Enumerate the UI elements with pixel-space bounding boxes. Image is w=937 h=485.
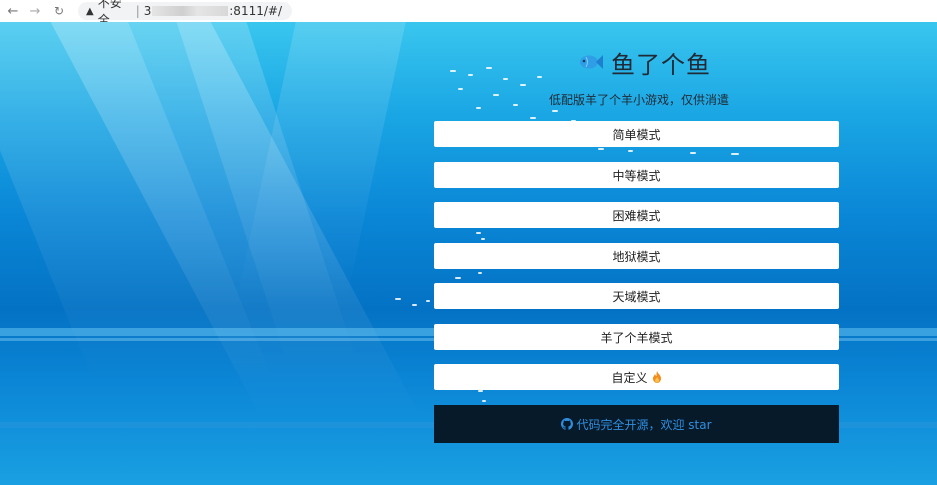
fish-school xyxy=(486,67,492,69)
mode-label: 地狱模式 xyxy=(612,249,661,264)
fish-school xyxy=(455,277,461,279)
fish-school xyxy=(478,272,482,274)
fish-school xyxy=(478,390,483,392)
source-code-link[interactable]: 代码完全开源，欢迎 star xyxy=(434,405,839,443)
mode-label: 困难模式 xyxy=(612,208,661,223)
fire-icon xyxy=(652,371,661,383)
mode-label: 天域模式 xyxy=(612,289,661,304)
fish-icon xyxy=(580,55,603,69)
forward-arrow-icon[interactable]: → xyxy=(26,4,44,19)
mode-label: 自定义 xyxy=(611,370,648,385)
address-bar[interactable]: ▲ 不安全 | 3 :8111/#/ xyxy=(78,0,292,27)
hell-mode-button[interactable]: 地狱模式 xyxy=(434,243,839,269)
fish-school xyxy=(450,70,456,72)
fish-school xyxy=(503,78,508,80)
fish-school xyxy=(476,232,481,234)
fish-school xyxy=(482,400,486,402)
fish-school xyxy=(468,74,473,76)
game-background: 鱼了个鱼 低配版羊了个羊小游戏，仅供消遣 简单模式 中等模式 困难模式 地狱模式… xyxy=(0,22,937,485)
url-redacted xyxy=(152,6,229,16)
browser-toolbar: ← → ↻ ▲ 不安全 | 3 :8111/#/ xyxy=(0,0,937,27)
back-arrow-icon[interactable]: ← xyxy=(4,4,22,19)
fish-school xyxy=(628,150,633,152)
fish-school xyxy=(537,76,542,78)
fish-school xyxy=(426,300,430,302)
mode-label: 简单模式 xyxy=(612,127,661,142)
mode-label: 中等模式 xyxy=(612,168,661,183)
hard-mode-button[interactable]: 困难模式 xyxy=(434,202,839,228)
medium-mode-button[interactable]: 中等模式 xyxy=(434,162,839,188)
fish-school xyxy=(731,153,739,155)
fish-school xyxy=(513,104,518,106)
heaven-mode-button[interactable]: 天域模式 xyxy=(434,283,839,309)
page-subtitle: 低配版羊了个羊小游戏，仅供消遣 xyxy=(549,93,730,107)
page-title: 鱼了个鱼 xyxy=(611,50,711,79)
fish-school xyxy=(690,152,696,154)
address-separator: | xyxy=(135,4,140,18)
mode-label: 羊了个羊模式 xyxy=(600,330,673,345)
reload-icon[interactable]: ↻ xyxy=(50,4,68,18)
sheep-mode-button[interactable]: 羊了个羊模式 xyxy=(434,324,839,350)
custom-mode-button[interactable]: 自定义 xyxy=(434,364,839,390)
fish-school xyxy=(520,84,526,86)
easy-mode-button[interactable]: 简单模式 xyxy=(434,121,839,147)
fish-school xyxy=(493,94,499,96)
url-text-end: :8111/#/ xyxy=(229,4,282,18)
fish-school xyxy=(552,110,558,112)
fish-school xyxy=(598,148,604,150)
title-row: 鱼了个鱼 xyxy=(577,44,711,80)
fish-school xyxy=(395,298,401,300)
fish-school xyxy=(530,117,536,119)
warning-triangle-icon: ▲ xyxy=(86,5,94,17)
fish-school xyxy=(476,107,481,109)
fish-school xyxy=(458,88,463,90)
url-text-start: 3 xyxy=(143,4,152,18)
source-link-label: 代码完全开源，欢迎 star xyxy=(576,417,712,432)
fish-school xyxy=(412,304,417,306)
github-icon xyxy=(561,418,574,430)
fish-school xyxy=(481,238,485,240)
